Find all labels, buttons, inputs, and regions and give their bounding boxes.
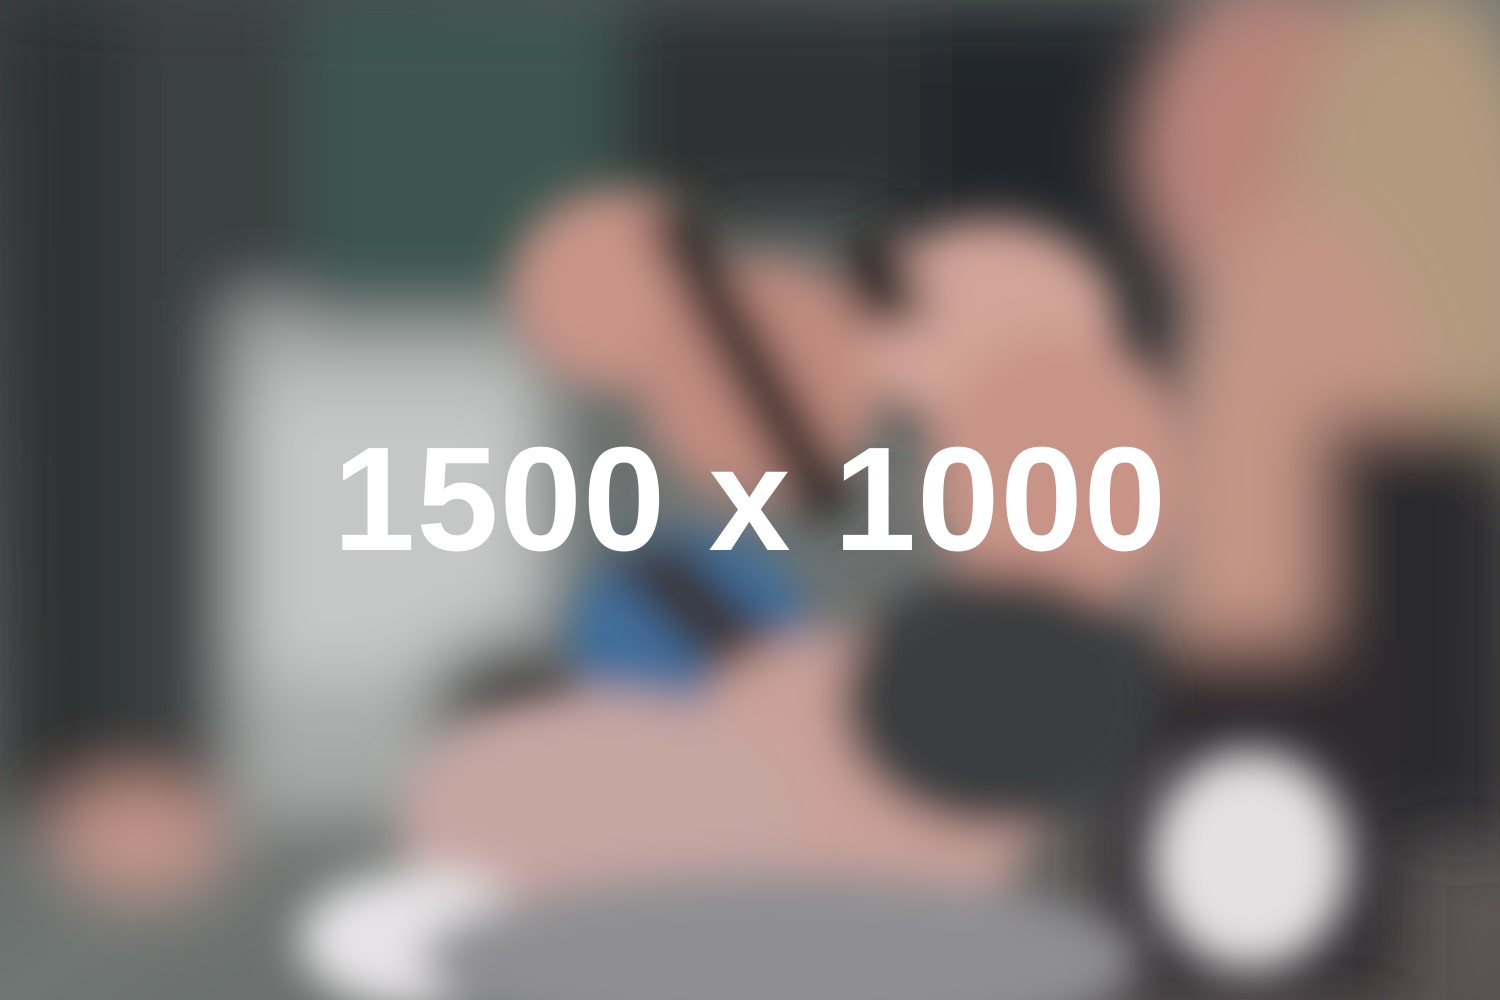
placeholder-image: 1500 x 1000: [0, 0, 1500, 1000]
dimension-label: 1500 x 1000: [332, 417, 1168, 582]
dimension-label-container: 1500 x 1000: [0, 0, 1500, 1000]
